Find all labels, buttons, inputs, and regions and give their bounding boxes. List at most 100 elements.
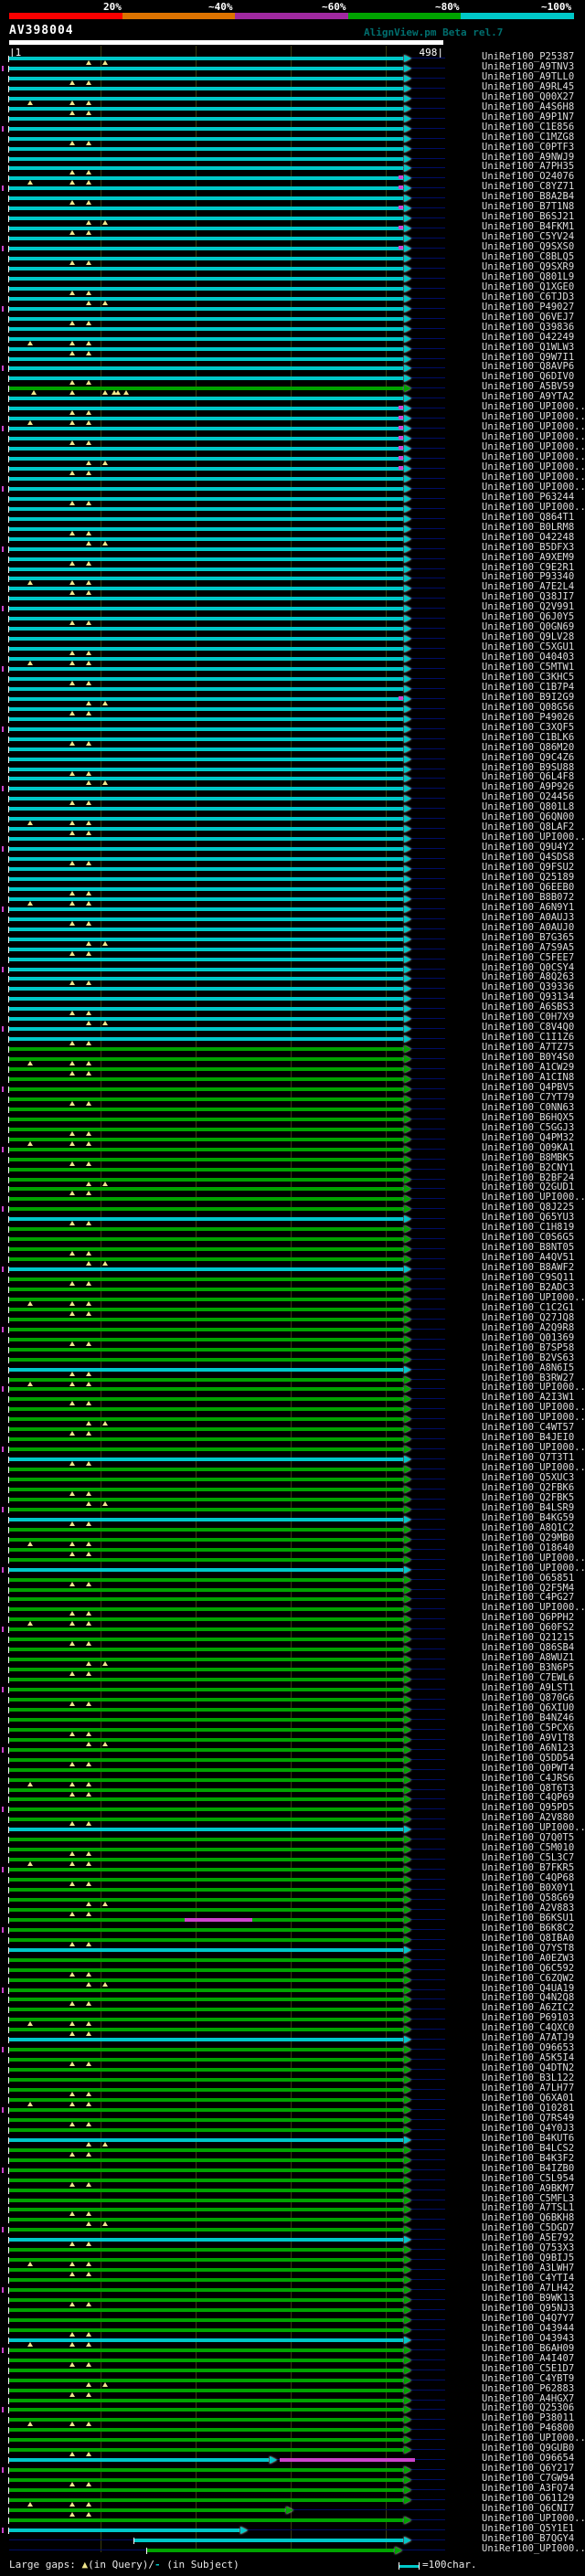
alignment-bar[interactable] [9, 1037, 403, 1042]
alignment-bar[interactable] [9, 706, 403, 711]
alignment-row[interactable]: UniRef100_Q6XA01 [0, 2094, 585, 2106]
alignment-bar[interactable] [9, 2107, 403, 2112]
alignment-bar[interactable] [9, 1237, 403, 1242]
subject-label[interactable]: UniRef100_C9SQ11 [482, 1273, 584, 1283]
alignment-row[interactable]: UniRef100_B6HQX5 [0, 1113, 585, 1123]
subject-label[interactable]: UniRef100_Q4UA19 [482, 1984, 584, 1994]
alignment-bar[interactable] [9, 1417, 403, 1422]
alignment-row[interactable]: UniRef100_A7LH42 [0, 2284, 585, 2295]
alignment-bar[interactable] [9, 207, 403, 211]
subject-label[interactable]: UniRef100_B4KUT6 [482, 2134, 584, 2144]
alignment-bar[interactable] [9, 876, 403, 881]
subject-label[interactable]: UniRef100_A4I407 [482, 2354, 584, 2364]
subject-label[interactable]: UniRef100_A9RL45 [482, 82, 584, 92]
alignment-bar[interactable] [9, 817, 403, 822]
alignment-bar[interactable] [9, 1137, 403, 1141]
alignment-bar[interactable] [9, 96, 403, 101]
alignment-row[interactable]: UniRef100_Q7Q0T5 [0, 1833, 585, 1844]
subject-label[interactable]: UniRef100_C1E856 [482, 122, 584, 133]
subject-label[interactable]: UniRef100_Q6Y217 [482, 2464, 584, 2474]
subject-label[interactable]: UniRef100_Q6VEJ7 [482, 313, 584, 323]
alignment-row[interactable]: UniRef100_A9P1N7 [0, 112, 585, 122]
subject-label[interactable]: UniRef100_C6ZQW2 [482, 1974, 584, 1984]
subject-label[interactable]: UniRef100_P69103 [482, 2013, 584, 2023]
alignment-bar[interactable] [9, 257, 403, 261]
alignment-bar[interactable] [9, 1737, 403, 1742]
alignment-bar[interactable] [9, 126, 403, 131]
alignment-bar[interactable] [9, 2048, 403, 2052]
subject-label[interactable]: UniRef100_B7FKR5 [482, 1863, 584, 1873]
alignment-row[interactable]: UniRef100_C5L3C7 [0, 1853, 585, 1867]
alignment-row[interactable]: UniRef100_UPI000.. [0, 432, 585, 446]
alignment-bar[interactable] [9, 1947, 403, 1952]
alignment-row[interactable]: UniRef100_UPI000.. [0, 2433, 585, 2444]
alignment-bar[interactable] [9, 927, 403, 931]
subject-label[interactable]: UniRef100_B2ADC3 [482, 1283, 584, 1293]
alignment-row[interactable]: UniRef100_B2VS63 [0, 1353, 585, 1363]
subject-label[interactable]: UniRef100_C5M010 [482, 1843, 584, 1853]
alignment-row[interactable]: UniRef100_O24456 [0, 792, 585, 806]
alignment-row[interactable]: UniRef100_C0H7X9 [0, 1012, 585, 1026]
subject-label[interactable]: UniRef100_O24076 [482, 172, 584, 182]
subject-label[interactable]: UniRef100_C0H7X9 [482, 1012, 584, 1023]
alignment-bar[interactable] [9, 356, 403, 361]
alignment-bar[interactable] [9, 1757, 403, 1762]
subject-label[interactable]: UniRef100_O18640 [482, 1543, 584, 1553]
alignment-bar[interactable] [9, 967, 403, 971]
subject-label[interactable]: UniRef100_A9LST1 [482, 1683, 584, 1693]
alignment-bar[interactable] [9, 797, 403, 801]
alignment-bar[interactable] [9, 947, 403, 951]
subject-label[interactable]: UniRef100_UPI000.. [482, 1413, 584, 1423]
alignment-row[interactable]: UniRef100_B4LCS2 [0, 2144, 585, 2157]
alignment-bar[interactable] [9, 546, 403, 551]
alignment-row[interactable]: UniRef100_UPI000.. [0, 402, 585, 416]
alignment-row[interactable]: UniRef100_UPI000.. [0, 1193, 585, 1203]
alignment-row[interactable]: UniRef100_UPI000.. [0, 1463, 585, 1474]
subject-label[interactable]: UniRef100_Q870G6 [482, 1693, 584, 1703]
subject-label[interactable]: UniRef100_A4S6H8 [482, 102, 584, 112]
alignment-bar[interactable] [9, 247, 403, 251]
alignment-bar[interactable] [9, 2218, 403, 2222]
alignment-bar[interactable] [9, 266, 403, 270]
alignment-row[interactable]: UniRef100_Q1WLW3 [0, 343, 585, 355]
alignment-bar[interactable] [9, 116, 403, 121]
alignment-bar[interactable] [9, 1077, 403, 1081]
alignment-bar[interactable] [9, 1247, 403, 1252]
alignment-row[interactable]: UniRef100_C8V4Q0 [0, 1023, 585, 1034]
alignment-bar[interactable] [9, 1407, 403, 1412]
alignment-bar[interactable] [9, 2018, 403, 2022]
alignment-bar[interactable] [9, 2248, 403, 2253]
alignment-row[interactable]: UniRef100_P49026 [0, 713, 585, 723]
subject-label[interactable]: UniRef100_Q4SDS8 [482, 853, 584, 863]
alignment-bar[interactable] [9, 407, 403, 411]
subject-label[interactable]: UniRef100_B0Y4S0 [482, 1053, 584, 1063]
subject-label[interactable]: UniRef100_Q8AVP6 [482, 362, 584, 372]
subject-label[interactable]: UniRef100_UPI000.. [482, 452, 584, 462]
alignment-row[interactable]: UniRef100_Q0GN69 [0, 622, 585, 633]
subject-label[interactable]: UniRef100_Q39836 [482, 323, 584, 333]
alignment-bar[interactable] [9, 917, 403, 921]
subject-label[interactable]: UniRef100_C5FEE7 [482, 953, 584, 963]
alignment-bar[interactable] [9, 2528, 239, 2532]
alignment-row[interactable]: UniRef100_Q38JI7 [0, 592, 585, 603]
alignment-bar[interactable] [9, 1337, 403, 1341]
alignment-bar[interactable] [9, 1597, 403, 1602]
alignment-row[interactable]: UniRef100_Q5Y1E1 [0, 2524, 585, 2534]
subject-label[interactable]: UniRef100_P63244 [482, 493, 584, 503]
subject-label[interactable]: UniRef100_A8Q1C2 [482, 1523, 584, 1533]
subject-label[interactable]: UniRef100_Q09KA1 [482, 1143, 584, 1153]
subject-label[interactable]: UniRef100_Q864T1 [482, 513, 584, 523]
alignment-bar[interactable] [9, 2288, 403, 2293]
alignment-bar[interactable] [9, 1458, 403, 1462]
alignment-row[interactable]: UniRef100_O24076 [0, 172, 585, 186]
alignment-bar[interactable] [134, 2538, 403, 2542]
alignment-bar[interactable] [9, 657, 403, 662]
alignment-row[interactable]: UniRef100_Q8IBA0 [0, 1934, 585, 1946]
alignment-bar[interactable] [9, 1627, 403, 1632]
alignment-bar[interactable] [9, 2238, 403, 2242]
subject-label[interactable]: UniRef100_Q27JQ8 [482, 1313, 584, 1323]
subject-label[interactable]: UniRef100_C8YZ71 [482, 182, 584, 192]
subject-label[interactable]: UniRef100_Q25189 [482, 873, 584, 883]
subject-label[interactable]: UniRef100_C4JRS6 [482, 1774, 584, 1784]
alignment-bar[interactable] [9, 1668, 403, 1672]
